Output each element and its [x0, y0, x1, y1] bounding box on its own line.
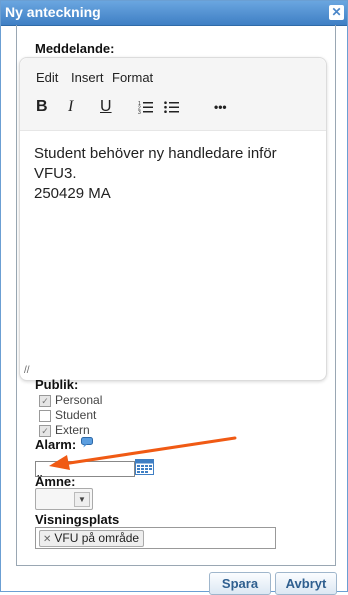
rich-text-editor[interactable]: Edit Insert Format B I U 1 2 3 ••• Stude…: [19, 57, 327, 381]
menu-format[interactable]: Format: [112, 70, 153, 85]
visibility-tag[interactable]: ✕ VFU på område: [39, 530, 145, 547]
editor-body[interactable]: Student behöver ny handledare inför VFU3…: [34, 144, 314, 204]
editor-text-line: 250429 MA: [34, 185, 111, 202]
visibility-label: Visningsplats: [35, 512, 120, 527]
annotation-arrow-icon: [49, 436, 237, 470]
remove-tag-icon[interactable]: ✕: [43, 534, 51, 545]
note-dialog: Ny anteckning ✕ Meddelande: Edit Insert …: [0, 0, 348, 595]
bullet-list-icon[interactable]: [164, 100, 180, 114]
close-icon[interactable]: ✕: [329, 5, 344, 20]
subject-select[interactable]: ▼: [35, 488, 93, 510]
checkbox-label: Personal: [55, 393, 103, 407]
editor-text-line: Student behöver ny handledare inför VFU3…: [34, 145, 277, 182]
menu-edit[interactable]: Edit: [36, 70, 58, 85]
menu-insert[interactable]: Insert: [71, 70, 104, 85]
svg-text:3: 3: [138, 110, 141, 114]
editor-menubar: Edit Insert Format B I U 1 2 3 •••: [20, 58, 326, 131]
audience-label: Publik:: [35, 377, 79, 392]
underline-button[interactable]: U: [100, 98, 112, 116]
more-options-button[interactable]: •••: [214, 100, 227, 114]
message-label: Meddelande:: [35, 41, 115, 56]
resize-handle-icon[interactable]: //: [24, 365, 30, 376]
numbered-list-icon[interactable]: 1 2 3: [138, 100, 154, 114]
chevron-down-icon[interactable]: ▼: [74, 492, 90, 507]
tag-label: VFU på område: [54, 531, 140, 545]
audience-option-personal: ✓ Personal: [39, 393, 102, 407]
bold-button[interactable]: B: [36, 98, 48, 116]
dialog-title: Ny anteckning: [5, 4, 101, 20]
italic-button[interactable]: I: [68, 98, 73, 116]
checkbox-label: Student: [55, 408, 97, 422]
audience-option-student[interactable]: Student: [39, 408, 96, 422]
visibility-tag-input[interactable]: ✕ VFU på område: [35, 527, 276, 549]
checkbox-student[interactable]: [39, 409, 51, 422]
checkbox-personal: ✓: [39, 394, 51, 407]
dialog-titlebar[interactable]: Ny anteckning ✕: [1, 1, 347, 26]
subject-label: Ämne:: [35, 474, 76, 489]
